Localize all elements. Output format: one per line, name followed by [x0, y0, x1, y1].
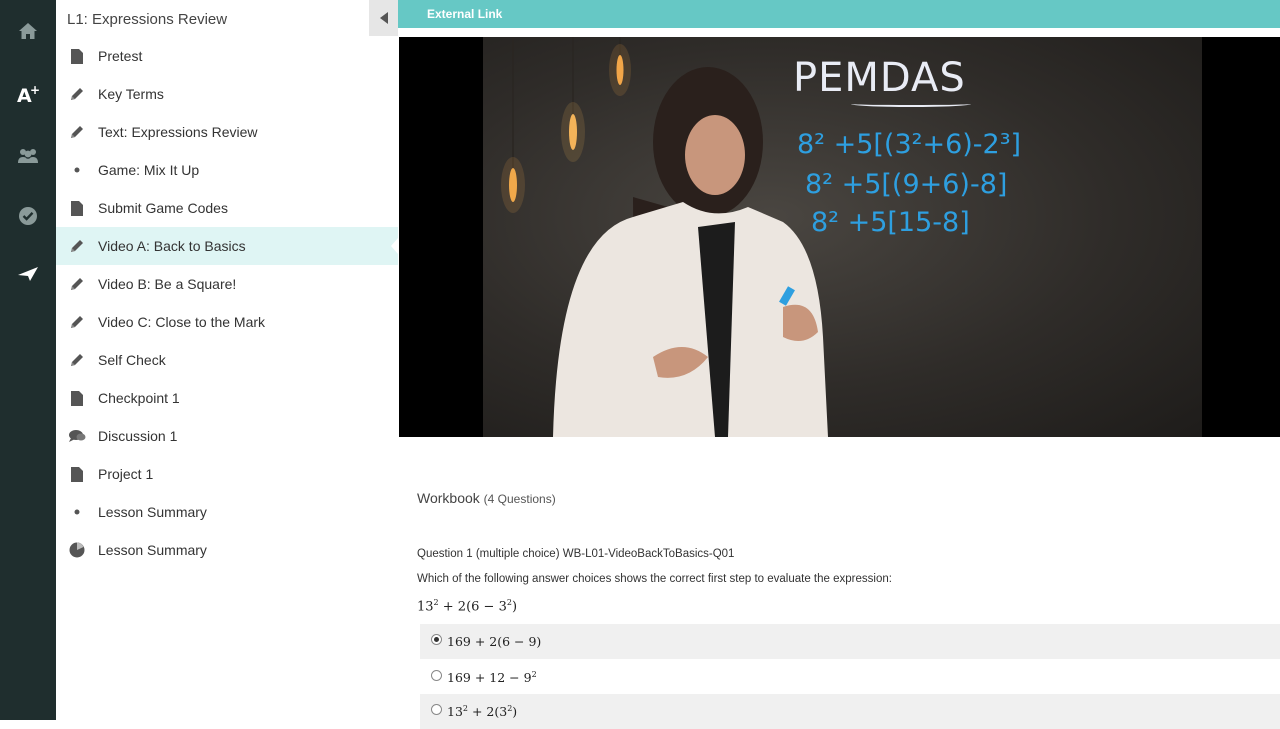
pencil-icon — [56, 352, 98, 368]
document-icon — [56, 48, 98, 64]
sidebar-item-label: Self Check — [98, 352, 166, 368]
sidebar-item-label: Video C: Close to the Mark — [98, 314, 266, 330]
answer-radio-2[interactable] — [431, 670, 442, 681]
home-icon[interactable] — [0, 11, 56, 51]
pencil-icon — [56, 238, 98, 254]
answer-choice-text: 132 + 2(32) — [447, 703, 518, 720]
chevron-left-icon — [379, 12, 388, 24]
pencil-icon — [56, 124, 98, 140]
pencil-icon — [56, 86, 98, 102]
sidebar-item[interactable]: Project 1 — [56, 455, 398, 493]
sidebar-item-label: Lesson Summary — [98, 542, 207, 558]
lesson-title: L1: Expressions Review — [67, 11, 228, 28]
board-title: PEMDAS — [793, 55, 966, 101]
workbook-title: Workbook — [417, 490, 480, 506]
external-link-bar: External Link — [398, 0, 1280, 28]
video-player[interactable]: PEMDAS 8² +5[(3²+6)-2³] 8² +5[(9+6)-8] 8… — [399, 37, 1280, 437]
sidebar-item-label: Lesson Summary — [98, 504, 207, 520]
sidebar-item-label: Pretest — [98, 48, 143, 64]
answer-choice-2[interactable]: 169 + 12 − 92 — [420, 660, 1280, 695]
sidebar-item-label: Game: Mix It Up — [98, 162, 200, 178]
sidebar-item-label: Checkpoint 1 — [98, 390, 180, 406]
external-link[interactable]: External Link — [427, 7, 502, 21]
sidebar-item[interactable]: Discussion 1 — [56, 417, 398, 455]
sidebar-item[interactable]: Lesson Summary — [56, 493, 398, 531]
lesson-sidebar: L1: Expressions Review Pretest Key Terms T… — [56, 0, 398, 720]
dot-icon — [56, 509, 98, 515]
workbook-heading: Workbook (4 Questions) — [417, 490, 556, 506]
sidebar-item-label: Discussion 1 — [98, 428, 178, 444]
document-icon — [56, 200, 98, 216]
answer-choice-3[interactable]: 132 + 2(32) — [420, 694, 1280, 729]
dot-icon — [56, 167, 98, 173]
send-icon[interactable] — [0, 254, 56, 294]
sidebar-item[interactable]: Submit Game Codes — [56, 189, 398, 227]
answer-choice-text: 169 + 12 − 92 — [447, 669, 537, 686]
sidebar-item[interactable]: Text: Expressions Review — [56, 113, 398, 151]
answer-choice-text: 169 + 2(6 − 9) — [447, 634, 542, 649]
board-underline-squiggle — [851, 101, 971, 107]
lesson-item-list: Pretest Key Terms Text: Expressions Review… — [56, 37, 398, 569]
workbook-question-count: (4 Questions) — [483, 492, 556, 506]
board-line-1: 8² +5[(3²+6)-2³] — [797, 129, 1022, 160]
sidebar-item-label: Text: Expressions Review — [98, 124, 258, 140]
people-icon[interactable] — [0, 136, 56, 176]
app-rail: A + — [0, 0, 56, 720]
checkmark-icon[interactable] — [0, 196, 56, 236]
discussion-icon — [56, 429, 98, 443]
document-icon — [56, 390, 98, 406]
sidebar-item[interactable]: Checkpoint 1 — [56, 379, 398, 417]
pencil-icon — [56, 314, 98, 330]
sidebar-item[interactable]: Video B: Be a Square! — [56, 265, 398, 303]
sidebar-item-label: Submit Game Codes — [98, 200, 228, 216]
board-line-2: 8² +5[(9+6)-8] — [805, 169, 1008, 200]
sidebar-item[interactable]: Self Check — [56, 341, 398, 379]
sidebar-item-label: Key Terms — [98, 86, 164, 102]
sidebar-item[interactable]: Video C: Close to the Mark — [56, 303, 398, 341]
sidebar-item-label: Video B: Be a Square! — [98, 276, 237, 292]
sidebar-item-label: Project 1 — [98, 466, 154, 482]
video-frame: PEMDAS 8² +5[(3²+6)-2³] 8² +5[(9+6)-8] 8… — [483, 37, 1202, 437]
answer-choice-1[interactable]: 169 + 2(6 − 9) — [420, 624, 1280, 659]
sidebar-item[interactable]: Key Terms — [56, 75, 398, 113]
pencil-icon — [56, 276, 98, 292]
pie-icon — [56, 542, 98, 558]
main-content: External Link PEMDAS 8² +5[(3²+6)-2³] 8²… — [398, 0, 1280, 729]
question-prompt: Which of the following answer choices sh… — [417, 573, 892, 585]
answer-radio-1[interactable] — [431, 634, 442, 645]
question-expression: 132 + 2(6 − 32) — [417, 598, 518, 615]
answer-radio-3[interactable] — [431, 704, 442, 715]
sidebar-item[interactable]: Game: Mix It Up — [56, 151, 398, 189]
svg-text:+: + — [30, 83, 40, 97]
question-meta: Question 1 (multiple choice) WB-L01-Vide… — [417, 548, 735, 560]
sidebar-item[interactable]: Lesson Summary — [56, 531, 398, 569]
sidebar-item-label: Video A: Back to Basics — [98, 238, 246, 254]
document-icon — [56, 466, 98, 482]
board-line-3: 8² +5[15-8] — [811, 207, 970, 238]
sidebar-item[interactable]: Pretest — [56, 37, 398, 75]
grades-icon[interactable]: A + — [0, 74, 56, 114]
sidebar-item[interactable]: Video A: Back to Basics — [56, 227, 398, 265]
collapse-sidebar-button[interactable] — [369, 0, 398, 36]
